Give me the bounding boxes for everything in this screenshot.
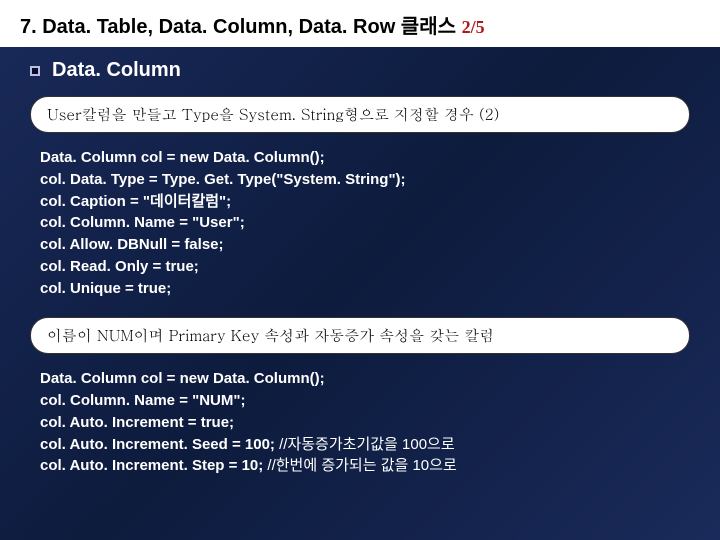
code-line: col. Column. Name = "NUM"; (40, 390, 720, 412)
code-comment: //한번에 증가되는 값을 10으로 (267, 457, 456, 474)
title-text: 7. Data. Table, Data. Column, Data. Row … (20, 16, 462, 38)
description-text-2: 이름이 NUM이며 Primary Key 속성과 자동증가 속성을 갖는 칼럼 (47, 325, 494, 346)
page-title: 7. Data. Table, Data. Column, Data. Row … (20, 10, 700, 39)
code-comment: //자동증가초기값을 100으로 (279, 436, 455, 453)
code-text: col. Auto. Increment. Seed = 100; (40, 436, 279, 453)
code-line: Data. Column col = new Data. Column(); (40, 147, 720, 169)
code-line: col. Auto. Increment = true; (40, 412, 720, 434)
subtitle-row: Data. Column (0, 47, 720, 92)
description-box-2: 이름이 NUM이며 Primary Key 속성과 자동증가 속성을 갖는 칼럼 (30, 317, 690, 354)
code-line: col. Caption = "데이터칼럼"; (40, 191, 720, 213)
description-text-1: User칼럼을 만들고 Type을 System. String형으로 지정할 … (47, 104, 499, 125)
code-text: col. Auto. Increment. Step = 10; (40, 457, 267, 474)
description-box-1: User칼럼을 만들고 Type을 System. String형으로 지정할 … (30, 96, 690, 133)
code-line: col. Read. Only = true; (40, 256, 720, 278)
code-block-1: Data. Column col = new Data. Column(); c… (0, 143, 720, 313)
code-line: col. Auto. Increment. Seed = 100; //자동증가… (40, 434, 720, 456)
code-line: col. Data. Type = Type. Get. Type("Syste… (40, 169, 720, 191)
code-line: col. Column. Name = "User"; (40, 212, 720, 234)
slide-header: 7. Data. Table, Data. Column, Data. Row … (0, 0, 720, 47)
bullet-icon (30, 66, 40, 76)
code-block-2: Data. Column col = new Data. Column(); c… (0, 364, 720, 491)
subtitle-text: Data. Column (52, 59, 181, 82)
code-line: Data. Column col = new Data. Column(); (40, 368, 720, 390)
code-line: col. Allow. DBNull = false; (40, 234, 720, 256)
page-indicator: 2/5 (462, 17, 485, 37)
code-line: col. Auto. Increment. Step = 10; //한번에 증… (40, 455, 720, 477)
code-line: col. Unique = true; (40, 278, 720, 300)
